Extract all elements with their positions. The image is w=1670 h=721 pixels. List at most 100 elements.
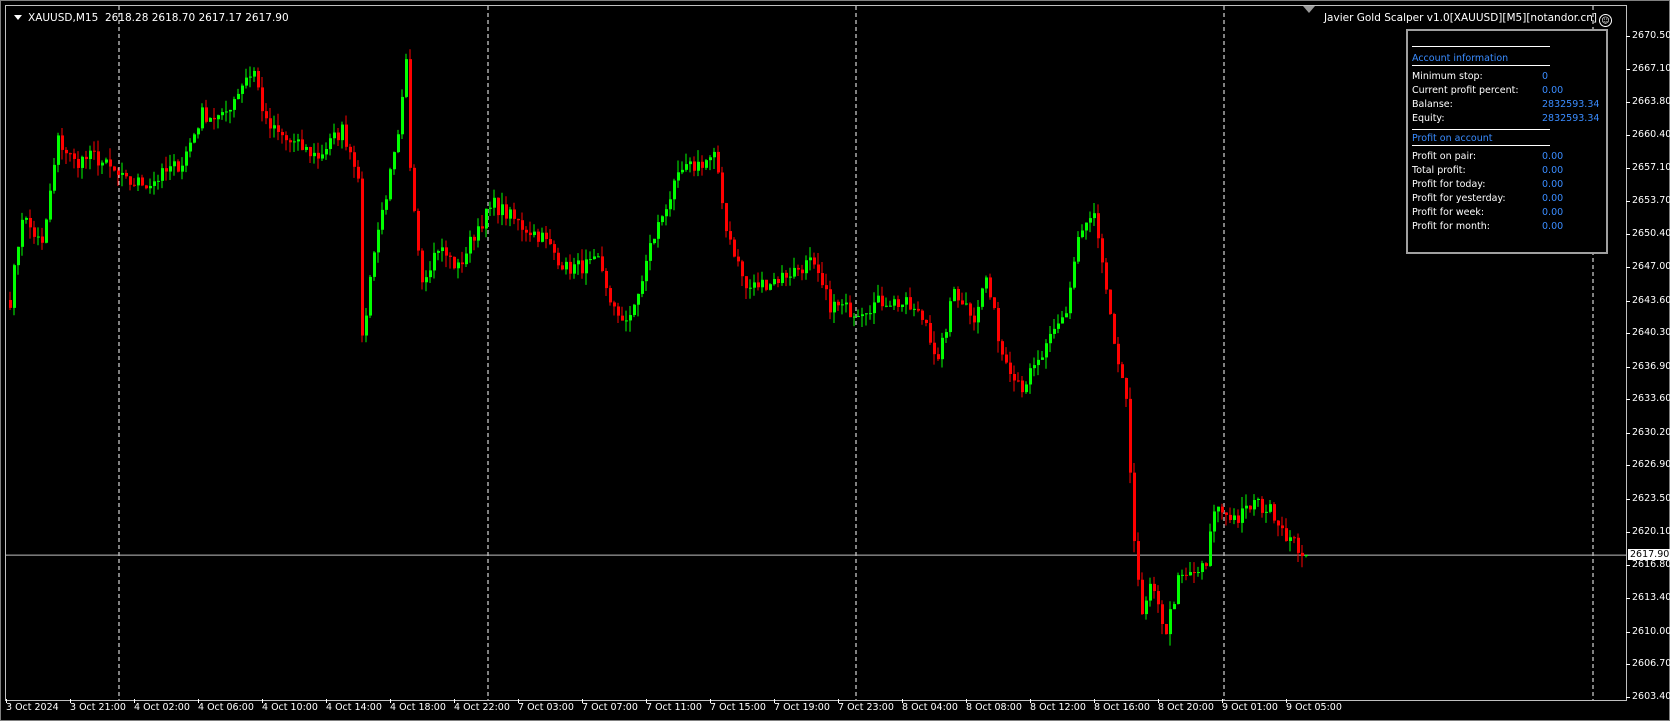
profit-on-account-title: Profit on account [1412, 133, 1493, 144]
candle-body [225, 111, 228, 113]
candle-body [161, 168, 164, 181]
candle-body [245, 77, 248, 86]
candle-body [605, 270, 608, 289]
chart-plot-area[interactable]: XAUUSD,M15 2618.28 2618.70 2617.17 2617.… [5, 5, 1627, 701]
candle-body [33, 227, 36, 237]
candle-body [289, 140, 292, 143]
candle-body [517, 218, 520, 221]
candle-body [449, 255, 452, 257]
candle-body [1101, 238, 1104, 263]
candle-body [853, 316, 856, 318]
candle-body [201, 107, 204, 129]
candle-body [165, 168, 168, 172]
candle-body [869, 313, 872, 315]
candle-body [633, 304, 636, 316]
candle-body [589, 259, 592, 261]
candle-body [689, 161, 692, 165]
candle-body [1045, 343, 1048, 358]
candle-body [393, 152, 396, 170]
candle-body [865, 313, 868, 315]
candle-body [357, 166, 360, 179]
candle-body [209, 117, 212, 122]
candle-body [877, 295, 880, 303]
time-tick: 8 Oct 12:00 [1030, 699, 1086, 713]
chart-window[interactable]: XAUUSD,M15 2618.28 2618.70 2617.17 2617.… [0, 0, 1670, 721]
candle-body [1033, 365, 1036, 369]
candle-body [77, 158, 80, 168]
candle-body [1269, 504, 1272, 512]
time-tick: 4 Oct 22:00 [454, 699, 510, 713]
candle-body [949, 301, 952, 333]
candle-body [101, 162, 104, 166]
candle-body [489, 207, 492, 209]
candle-body [557, 252, 560, 266]
candle-body [733, 239, 736, 257]
candle-body [57, 135, 60, 165]
candle-body [1109, 289, 1112, 314]
candle-body [341, 124, 344, 141]
candle-body [1169, 609, 1172, 635]
candle-body [1021, 380, 1024, 393]
candle-body [349, 146, 352, 153]
candle-body [989, 277, 992, 298]
panel-row-label: Current profit percent: [1412, 85, 1519, 96]
candle-body [397, 134, 400, 153]
candle-body [509, 209, 512, 219]
candle-body [561, 265, 564, 270]
candle-body [549, 239, 552, 245]
panel-row-label: Profit for today: [1412, 179, 1486, 190]
candle-body [1041, 357, 1044, 360]
candle-body [665, 209, 668, 217]
candle-body [1289, 537, 1292, 541]
candle-body [1037, 359, 1040, 366]
candle-body [205, 107, 208, 122]
panel-row-label: Minimum stop: [1412, 71, 1483, 82]
time-tick: 3 Oct 2024 [6, 699, 59, 713]
expert-advisor-label[interactable]: Javier Gold Scalper v1.0[XAUUSD][M5][not… [1324, 12, 1612, 27]
panel-row-value: 0.00 [1542, 85, 1564, 96]
candle-body [9, 299, 12, 308]
candle-body [1145, 600, 1148, 615]
candle-body [1249, 505, 1252, 510]
candle-body [1233, 515, 1236, 520]
symbol-info: XAUUSD,M15 2618.28 2618.70 2617.17 2617.… [14, 12, 289, 24]
candle-body [317, 152, 320, 159]
candle-body [777, 279, 780, 284]
candle-body [1133, 472, 1136, 542]
panel-row-label: Total profit: [1412, 165, 1466, 176]
candle-body [305, 146, 308, 150]
candle-body [909, 297, 912, 310]
candle-body [1225, 512, 1228, 515]
candle-body [541, 232, 544, 242]
candle-body [1297, 537, 1300, 553]
candle-body [1073, 261, 1076, 288]
candle-body [1053, 328, 1056, 334]
dropdown-triangle-icon[interactable] [14, 15, 22, 20]
candle-body [617, 306, 620, 316]
candle-body [353, 152, 356, 167]
candle-body [229, 109, 232, 112]
candle-body [1117, 343, 1120, 365]
candle-body [985, 277, 988, 289]
candle-body [233, 99, 236, 110]
candle-body [1105, 262, 1108, 290]
candle-body [1121, 364, 1124, 378]
candle-body [613, 302, 616, 307]
candle-body [361, 178, 364, 336]
candle-body [61, 135, 64, 150]
candle-body [529, 232, 532, 236]
candle-body [117, 170, 120, 175]
candle-body [49, 190, 52, 220]
candle-body [753, 282, 756, 288]
candle-body [65, 149, 68, 154]
candle-body [25, 217, 28, 220]
candle-body [773, 279, 776, 285]
candle-body [309, 146, 312, 157]
candle-body [825, 285, 828, 290]
candle-body [745, 276, 748, 289]
candle-body [97, 151, 100, 166]
candle-body [241, 85, 244, 94]
panel-row-value: 2832593.34 [1542, 113, 1600, 124]
chart-shift-marker-icon[interactable] [1303, 6, 1315, 13]
candle-body [801, 269, 804, 274]
